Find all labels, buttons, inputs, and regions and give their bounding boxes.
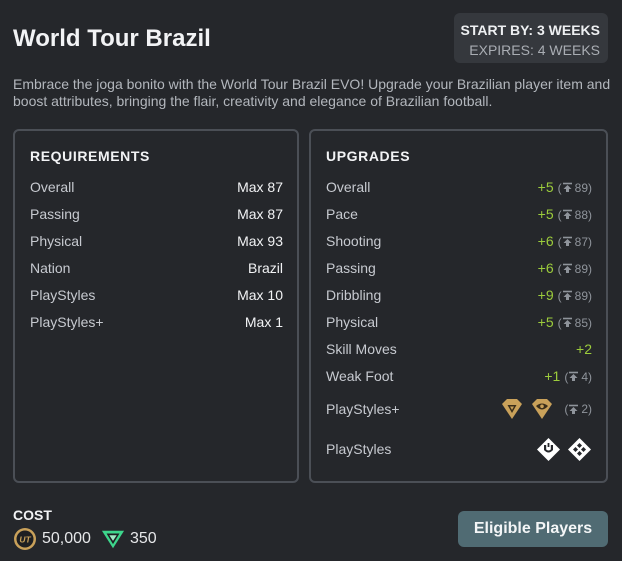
cap-arrow-icon (569, 404, 579, 414)
upgrades-panel: UPGRADES Overall +5(89) Pace +5(88) Shoo… (309, 129, 608, 483)
requirement-label: PlayStyles+ (30, 313, 104, 330)
upgrade-value: +6 (537, 232, 554, 249)
playstyle-plus-gold-icon[interactable] (530, 398, 554, 420)
upgrade-label: Shooting (326, 232, 382, 249)
requirement-label: Physical (30, 232, 83, 249)
time-badge: START BY: 3 WEEKS EXPIRES: 4 WEEKS (454, 13, 608, 63)
cap-arrow-icon (569, 371, 579, 381)
upgrade-value: +5 (537, 313, 554, 330)
cost-label: COST (13, 507, 52, 523)
coin-icon: UT (14, 528, 36, 550)
cost-row: UT 50,000 350 (13, 527, 157, 551)
requirement-value: Brazil (247, 259, 283, 276)
upgrade-label: Passing (326, 259, 376, 276)
requirement-row: Passing Max 87 (30, 200, 283, 227)
requirement-row: Nation Brazil (30, 254, 283, 281)
upgrade-row-playstyles-plus: PlayStyles+ (2) (326, 389, 592, 429)
upgrades-title: UPGRADES (326, 148, 411, 164)
requirement-row: PlayStyles Max 10 (30, 281, 283, 308)
requirements-panel: REQUIREMENTS Overall Max 87 Passing Max 87… (13, 129, 299, 483)
upgrade-cap: (89) (557, 180, 592, 195)
cap-arrow-icon (562, 236, 572, 246)
upgrade-cap: (89) (557, 288, 592, 303)
upgrade-cap: (4) (564, 369, 592, 384)
upgrade-row: Weak Foot +1(4) (326, 362, 592, 389)
upgrade-value: +6 (537, 259, 554, 276)
upgrade-row: Physical +5(85) (326, 308, 592, 335)
playstyle-diamond-icon[interactable] (567, 437, 592, 462)
description: Embrace the joga bonito with the World T… (13, 76, 611, 109)
upgrade-row: Passing +6(89) (326, 254, 592, 281)
page-title: World Tour Brazil (13, 25, 211, 52)
upgrade-cap: (85) (557, 315, 592, 330)
expires-label: EXPIRES: 4 WEEKS (469, 42, 600, 58)
playstyle-plus-gold-icon[interactable] (500, 398, 524, 420)
requirement-value: Max 1 (244, 313, 283, 330)
upgrade-label: Physical (326, 313, 379, 330)
upgrade-label: Pace (326, 205, 358, 222)
requirement-label: Passing (30, 205, 80, 222)
upgrade-cap: (87) (557, 234, 592, 249)
requirements-title: REQUIREMENTS (30, 148, 150, 164)
upgrade-row: Shooting +6(87) (326, 227, 592, 254)
upgrade-value: +2 (576, 340, 592, 357)
upgrade-label: Dribbling (326, 286, 382, 303)
cap-arrow-icon (562, 182, 572, 192)
upgrade-label: PlayStyles+ (326, 401, 400, 417)
points-amount: 350 (129, 530, 157, 547)
coins-amount: 50,000 (42, 530, 91, 547)
upgrade-value: +5 (537, 205, 554, 222)
requirement-value: Max 87 (237, 205, 283, 222)
cap-arrow-icon (562, 317, 572, 327)
upgrade-label: Overall (326, 178, 371, 195)
upgrade-cap: (2) (564, 402, 592, 416)
upgrade-label: Weak Foot (326, 367, 394, 384)
svg-text:UT: UT (19, 535, 31, 545)
upgrade-label: PlayStyles (326, 441, 392, 457)
requirement-label: Nation (30, 259, 71, 276)
upgrade-cap: (88) (557, 207, 592, 222)
upgrade-row: Pace +5(88) (326, 200, 592, 227)
upgrade-cap: (89) (557, 261, 592, 276)
upgrade-row: Skill Moves +2 (326, 335, 592, 362)
cap-arrow-icon (562, 290, 572, 300)
start-by-label: START BY: 3 WEEKS (460, 22, 601, 38)
upgrade-row: Dribbling +9(89) (326, 281, 592, 308)
requirement-row: Overall Max 87 (30, 173, 283, 200)
playstyle-shield-icon[interactable] (536, 437, 561, 462)
requirement-label: Overall (30, 178, 75, 195)
requirement-row: Physical Max 93 (30, 227, 283, 254)
requirement-value: Max 93 (237, 232, 283, 249)
requirement-label: PlayStyles (30, 286, 96, 303)
upgrade-value: +9 (537, 286, 554, 303)
upgrade-label: Skill Moves (326, 340, 397, 357)
requirement-value: Max 87 (237, 178, 283, 195)
upgrade-value: +5 (537, 178, 554, 195)
cap-arrow-icon (562, 209, 572, 219)
fc-points-icon (101, 530, 125, 549)
eligible-players-button[interactable]: Eligible Players (458, 511, 608, 547)
upgrade-row-playstyles: PlayStyles (326, 429, 592, 469)
cap-arrow-icon (562, 263, 572, 273)
requirement-row: PlayStyles+ Max 1 (30, 308, 283, 335)
upgrade-row: Overall +5(89) (326, 173, 592, 200)
upgrade-value: +1 (544, 367, 561, 384)
requirement-value: Max 10 (237, 286, 283, 303)
